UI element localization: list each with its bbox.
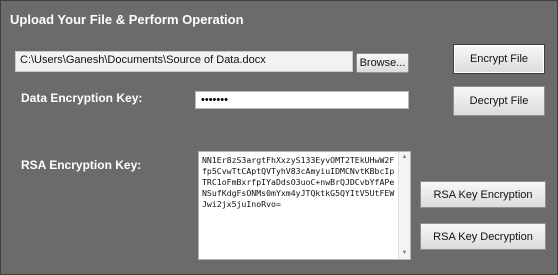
decrypt-file-button[interactable]: Decrypt File [453, 86, 545, 116]
browse-button[interactable]: Browse... [356, 53, 409, 73]
data-key-input[interactable]: ••••••• [195, 91, 409, 109]
rsa-key-decryption-button[interactable]: RSA Key Decryption [420, 223, 546, 250]
app-window: Upload Your File & Perform Operation C:\… [0, 0, 558, 275]
scroll-up-icon[interactable]: ▲ [399, 153, 410, 162]
rsa-key-encryption-button[interactable]: RSA Key Encryption [420, 181, 546, 208]
data-key-label: Data Encryption Key: [21, 91, 143, 105]
scroll-down-icon[interactable]: ▼ [399, 249, 410, 258]
encrypt-file-button[interactable]: Encrypt File [453, 44, 545, 74]
rsa-key-label: RSA Encryption Key: [21, 158, 142, 172]
window-title: Upload Your File & Perform Operation [10, 12, 244, 27]
rsa-scrollbar[interactable]: ▲ ▼ [398, 152, 410, 259]
rsa-key-textarea[interactable]: NN1Er8zS3argtFhXxzyS133EyvOMT2TEkUHwW2Ff… [198, 151, 411, 260]
rsa-key-text: NN1Er8zS3argtFhXxzyS133EyvOMT2TEkUHwW2Ff… [202, 155, 395, 209]
file-path-field[interactable]: C:\Users\Ganesh\Documents\Source of Data… [15, 51, 353, 72]
